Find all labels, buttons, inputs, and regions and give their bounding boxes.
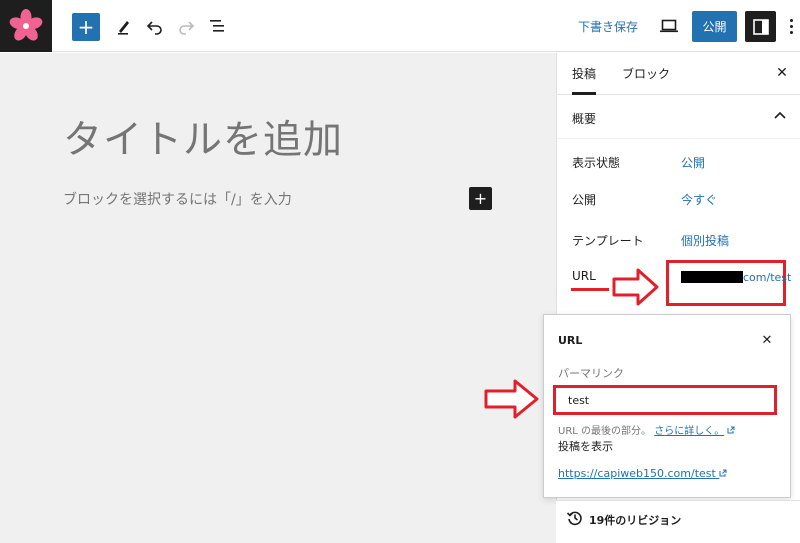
editor-toolbar: + 下書き保存 公開 [0, 0, 800, 52]
sidebar-toggle-icon [752, 18, 769, 35]
redo-icon [179, 21, 195, 35]
sidebar-tabs: 投稿 ブロック ✕ [557, 53, 800, 95]
plus-icon: + [77, 15, 95, 39]
url-label: URL [572, 269, 596, 283]
redo-button[interactable] [174, 14, 198, 38]
plus-icon: + [473, 188, 488, 208]
summary-panel-header[interactable]: 概要 [557, 95, 800, 139]
post-permalink-link[interactable]: https://capiweb150.com/test [558, 467, 727, 480]
publish-button[interactable]: 公開 [692, 11, 737, 42]
list-view-button[interactable] [206, 14, 230, 38]
post-title-placeholder[interactable]: タイトルを追加 [63, 109, 343, 165]
inline-add-block-button[interactable]: + [469, 187, 492, 210]
preview-icon [660, 19, 678, 33]
sakura-logo-icon [9, 9, 43, 41]
undo-icon [146, 21, 162, 35]
save-draft-button[interactable]: 下書き保存 [578, 18, 638, 35]
editor-canvas[interactable]: タイトルを追加 ブロックを選択するには「/」を入力 + [0, 53, 556, 543]
revisions-button[interactable]: 19件のリビジョン [556, 500, 800, 543]
url-value: com/test [743, 271, 792, 284]
permalink-label: パーマリンク [558, 367, 624, 380]
site-logo[interactable] [0, 0, 52, 52]
external-link-icon [727, 426, 735, 434]
close-icon[interactable]: ✕ [772, 63, 792, 83]
block-placeholder[interactable]: ブロックを選択するには「/」を入力 [63, 189, 292, 209]
pen-icon [118, 21, 129, 35]
settings-toggle-button[interactable] [745, 11, 776, 42]
visibility-value[interactable]: 公開 [681, 154, 705, 171]
url-popover: URL ✕ パーマリンク URL の最後の部分。 さらに詳しく。 投稿を表示 h… [543, 314, 791, 498]
annotation-arrow-icon [612, 268, 659, 306]
history-icon [566, 511, 582, 526]
tools-button[interactable] [112, 14, 136, 38]
add-block-button[interactable]: + [72, 13, 100, 41]
revisions-label: 19件のリビジョン [589, 514, 682, 527]
annotation-line [571, 288, 609, 291]
annotation-arrow-icon [484, 379, 539, 419]
undo-button[interactable] [143, 14, 167, 38]
publish-label: 公開 [572, 193, 597, 207]
list-view-icon [210, 20, 224, 32]
learn-more-link[interactable]: さらに詳しく。 [654, 426, 724, 437]
chevron-up-icon [774, 111, 786, 119]
tab-post[interactable]: 投稿 [572, 53, 597, 95]
template-value[interactable]: 個別投稿 [681, 232, 729, 249]
close-icon[interactable]: ✕ [759, 332, 775, 348]
panel-title: 概要 [572, 112, 597, 126]
url-highlight-box[interactable]: com/test [666, 260, 792, 306]
preview-button[interactable] [658, 16, 680, 36]
template-label: テンプレート [572, 234, 644, 248]
visibility-label: 表示状態 [572, 156, 621, 170]
tab-block[interactable]: ブロック [622, 53, 670, 95]
publish-date-value[interactable]: 今すぐ [681, 191, 717, 208]
popover-title: URL [558, 334, 583, 347]
permalink-help: URL の最後の部分。 さらに詳しく。 [558, 422, 735, 437]
more-vertical-icon[interactable] [786, 14, 796, 38]
view-post-label: 投稿を表示 [558, 440, 613, 453]
permalink-input[interactable] [553, 385, 777, 415]
external-link-icon [719, 469, 727, 477]
